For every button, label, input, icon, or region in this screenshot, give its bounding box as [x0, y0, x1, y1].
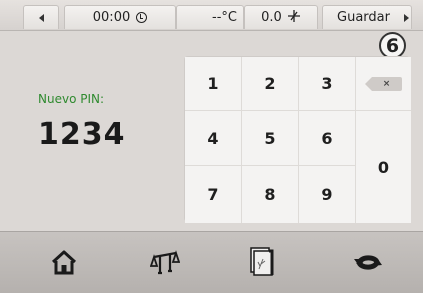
- bottom-nav: [0, 231, 423, 293]
- key-5[interactable]: 5: [242, 111, 299, 166]
- new-pin-value: 1234: [38, 117, 126, 152]
- key-1[interactable]: 1: [185, 57, 242, 111]
- key-9[interactable]: 9: [299, 166, 356, 223]
- key-2[interactable]: 2: [242, 57, 299, 111]
- scale-icon: [149, 249, 181, 279]
- temperature-display[interactable]: --°C: [176, 5, 244, 29]
- key-0[interactable]: 0: [356, 111, 411, 223]
- recipe-book-icon: [249, 247, 275, 281]
- prev-button[interactable]: [23, 5, 59, 29]
- home-icon: [50, 249, 78, 279]
- key-7[interactable]: 7: [185, 166, 242, 223]
- fan-display[interactable]: 0.0: [244, 5, 318, 29]
- backspace-icon: ×: [364, 76, 402, 91]
- key-3[interactable]: 3: [299, 57, 356, 111]
- scale-button[interactable]: [145, 244, 185, 284]
- temperature-value: --°C: [212, 10, 237, 25]
- time-value: 00:00: [92, 10, 131, 25]
- recipe-book-button[interactable]: [242, 244, 282, 284]
- time-display[interactable]: 00:00: [64, 5, 176, 29]
- backspace-button[interactable]: ×: [356, 57, 411, 111]
- clock-icon: [136, 12, 148, 23]
- save-button[interactable]: Guardar: [322, 5, 412, 29]
- backspace-glyph: ×: [382, 78, 391, 89]
- fan-value: 0.0: [261, 10, 282, 25]
- key-8[interactable]: 8: [242, 166, 299, 223]
- left-arrow-icon: [38, 13, 44, 22]
- new-pin-label: Nuevo PIN:: [38, 92, 105, 106]
- key-4[interactable]: 4: [185, 111, 242, 166]
- home-button[interactable]: [44, 244, 84, 284]
- cycle-icon: [353, 250, 383, 278]
- step-badge: 6: [379, 32, 406, 59]
- fan-icon: [287, 9, 301, 26]
- status-bar: 00:00 --°C 0.0 Guardar: [0, 0, 423, 31]
- right-arrow-icon: [404, 14, 409, 22]
- save-label: Guardar: [337, 10, 390, 25]
- numeric-keypad: 1 2 3 × 4 5 6 0 7 8 9: [184, 56, 411, 223]
- key-6[interactable]: 6: [299, 111, 356, 166]
- cycle-button[interactable]: [348, 244, 388, 284]
